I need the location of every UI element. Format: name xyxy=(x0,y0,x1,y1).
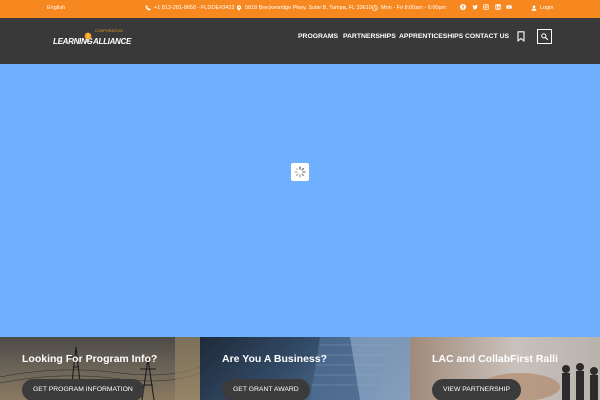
top-bar: English +1 813-281-8658 - FLDOE#3422 581… xyxy=(0,0,600,18)
loading-spinner xyxy=(291,163,309,181)
youtube-icon[interactable] xyxy=(506,4,512,10)
address-text: 5818 Breckenridge Pkwy. Suite B, Tampa, … xyxy=(245,5,372,11)
logo-word-alliance: ALLIANCE xyxy=(93,37,132,46)
search-button[interactable] xyxy=(537,29,552,44)
facebook-icon[interactable] xyxy=(460,4,466,10)
login-link[interactable]: Login xyxy=(531,5,553,11)
user-icon xyxy=(531,5,537,11)
phone-icon xyxy=(145,5,151,11)
social-links xyxy=(460,4,518,10)
site-header: CORPORATION LEARNING ALLIANCE PROGRAMS P… xyxy=(0,18,600,64)
nav-programs[interactable]: PROGRAMS xyxy=(298,33,338,40)
view-partnership-button[interactable]: VIEW PARTNERSHIP xyxy=(432,379,521,400)
nav-contact-us[interactable]: CONTACT US xyxy=(465,33,509,40)
clock-icon xyxy=(372,5,378,11)
linkedin-icon[interactable] xyxy=(494,4,501,10)
phone-info[interactable]: +1 813-281-8658 - FLDOE#3422 xyxy=(145,5,235,11)
hours-text: Mon - Fri 8:00am - 6:00pm xyxy=(381,5,447,11)
nav-apprenticeships[interactable]: APPRENTICESHIPS xyxy=(399,33,463,40)
language-selector[interactable]: English xyxy=(47,5,65,11)
cta-panel-business: Are You A Business? GET GRANT AWARD xyxy=(200,337,410,400)
phone-number: +1 813-281-8658 - FLDOE#3422 xyxy=(154,5,235,11)
address-info: 5818 Breckenridge Pkwy. Suite B, Tampa, … xyxy=(236,5,372,11)
map-pin-icon xyxy=(236,5,242,11)
panel-title: Are You A Business? xyxy=(222,353,328,365)
spinner-icon xyxy=(294,166,306,178)
instagram-icon[interactable] xyxy=(483,4,489,10)
panel-title: Looking For Program Info? xyxy=(22,353,158,365)
bookmark-icon[interactable] xyxy=(517,31,525,42)
login-label: Login xyxy=(540,5,554,11)
get-grant-award-button[interactable]: GET GRANT AWARD xyxy=(222,379,310,400)
logo-tagline: CORPORATION xyxy=(95,29,123,33)
twitter-icon[interactable] xyxy=(471,4,478,10)
panel-title: LAC and CollabFirst Ralli xyxy=(432,353,559,365)
hero-slider xyxy=(0,64,600,337)
hours-info: Mon - Fri 8:00am - 6:00pm xyxy=(372,5,446,11)
search-icon xyxy=(541,33,548,40)
cta-panel-partnership: LAC and CollabFirst Ralli VIEW PARTNERSH… xyxy=(410,337,600,400)
lightbulb-icon xyxy=(84,32,92,42)
cta-panel-program-info: Looking For Program Info? GET PROGRAM IN… xyxy=(0,337,200,400)
get-program-information-button[interactable]: GET PROGRAM INFORMATION xyxy=(22,379,144,400)
nav-partnerships[interactable]: PARTNERSHIPS xyxy=(343,33,396,40)
site-logo[interactable]: CORPORATION LEARNING ALLIANCE xyxy=(52,28,131,50)
